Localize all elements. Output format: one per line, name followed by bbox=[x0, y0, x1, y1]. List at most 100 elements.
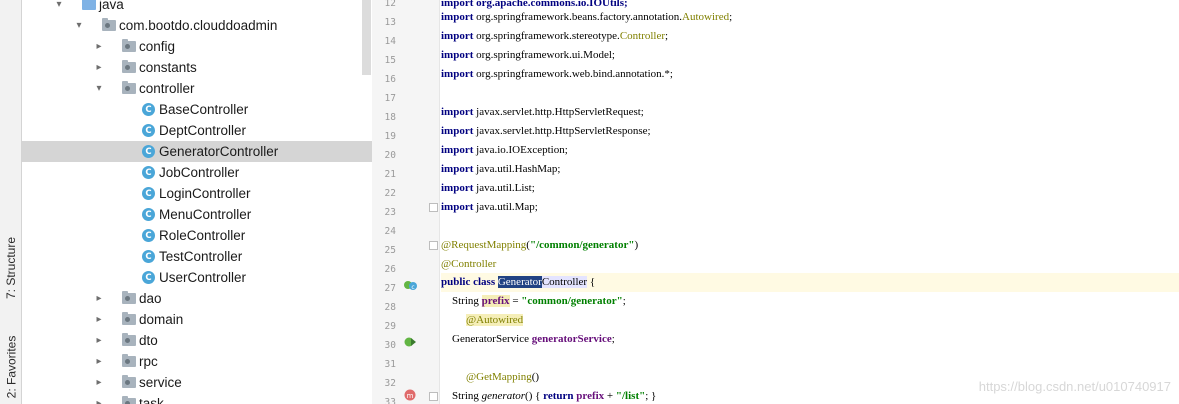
tree-item-config[interactable]: ▸ config bbox=[22, 36, 372, 57]
tree-item-menucontroller[interactable]: C MenuController bbox=[22, 204, 372, 225]
tree-item-label: controller bbox=[139, 81, 195, 96]
tree-item-label: dto bbox=[139, 333, 158, 348]
code-line-19: import javax.servlet.http.HttpServletRes… bbox=[441, 122, 1179, 141]
line-number: 33 bbox=[384, 397, 396, 404]
tree-item-rpc[interactable]: ▸ rpc bbox=[22, 351, 372, 372]
line-number: 12 bbox=[384, 0, 396, 9]
tree-item-domain[interactable]: ▸ domain bbox=[22, 309, 372, 330]
class-icon: C bbox=[142, 166, 155, 179]
tree-item-label: task bbox=[139, 396, 164, 404]
structure-tab[interactable]: 7: Structure bbox=[0, 228, 22, 308]
code-line-27: public class GeneratorController { bbox=[441, 273, 1179, 292]
svg-text:c: c bbox=[411, 284, 414, 291]
tree-item-generatorcontroller[interactable]: C GeneratorController bbox=[22, 141, 372, 162]
code-l13-rest: org.springframework.beans.factory.annota… bbox=[473, 11, 683, 23]
package-dot bbox=[105, 23, 110, 28]
tree-item-deptcontroller[interactable]: C DeptController bbox=[22, 120, 372, 141]
tree-item-dao[interactable]: ▸ dao bbox=[22, 288, 372, 309]
tree-item-java[interactable]: ▾ java bbox=[22, 0, 372, 15]
tree-item-label: JobController bbox=[159, 165, 240, 180]
fold-marker-icon[interactable] bbox=[429, 241, 438, 250]
tree-item-constants[interactable]: ▸ constants bbox=[22, 57, 372, 78]
code-l28-str: "common/generator" bbox=[521, 295, 623, 307]
chevron-right-icon[interactable]: ▸ bbox=[94, 377, 104, 388]
line-number: 32 bbox=[384, 378, 396, 389]
chevron-right-icon[interactable]: ▸ bbox=[94, 314, 104, 325]
code-line-14: import org.springframework.stereotype.Co… bbox=[441, 27, 1179, 46]
tree-item-rolecontroller[interactable]: C RoleController bbox=[22, 225, 372, 246]
tree-item-label: MenuController bbox=[159, 207, 252, 222]
chevron-right-icon[interactable]: ▸ bbox=[94, 62, 104, 73]
package-dot bbox=[125, 44, 130, 49]
package-dot bbox=[125, 86, 130, 91]
code-l27-word: Controller bbox=[541, 276, 588, 288]
code-l20-kw: import bbox=[441, 144, 474, 156]
line-number: 29 bbox=[384, 321, 396, 332]
tree-item-logincontroller[interactable]: C LoginController bbox=[22, 183, 372, 204]
tree-item-label: LoginController bbox=[159, 186, 251, 201]
autowired-icon[interactable] bbox=[403, 333, 417, 352]
line-number: 23 bbox=[384, 207, 396, 218]
code-line-28: String prefix = "common/generator"; bbox=[441, 292, 1179, 311]
method-icon[interactable]: m bbox=[404, 386, 416, 404]
tree-item-label: dao bbox=[139, 291, 162, 306]
tree-item-label: GeneratorController bbox=[159, 144, 279, 159]
code-line-23: import java.util.Map; bbox=[441, 198, 1179, 217]
class-icon: C bbox=[142, 103, 155, 116]
chevron-down-icon[interactable]: ▾ bbox=[54, 0, 64, 10]
fold-marker-icon[interactable] bbox=[429, 203, 438, 212]
tree-item-controller[interactable]: ▾ controller bbox=[22, 78, 372, 99]
code-l16-kw: import bbox=[441, 68, 474, 80]
spring-bean-icon[interactable]: c bbox=[403, 276, 417, 295]
chevron-down-icon[interactable]: ▾ bbox=[74, 20, 84, 31]
tree-item-jobcontroller[interactable]: C JobController bbox=[22, 162, 372, 183]
code-l15-kw: import bbox=[441, 49, 474, 61]
line-number: 27 bbox=[384, 283, 396, 294]
code-l13-kw: import bbox=[441, 11, 474, 23]
code-l33-kw: return bbox=[543, 390, 577, 402]
favorites-tab-label: 2: Favorites bbox=[4, 335, 19, 399]
line-number: 17 bbox=[384, 93, 396, 104]
code-l19-kw: import bbox=[441, 125, 474, 137]
tree-item-usercontroller[interactable]: C UserController bbox=[22, 267, 372, 288]
chevron-right-icon[interactable]: ▸ bbox=[94, 293, 104, 304]
code-line-13: import org.springframework.beans.factory… bbox=[441, 8, 1179, 27]
code-l33-plus: + bbox=[604, 390, 616, 402]
chevron-right-icon[interactable]: ▸ bbox=[94, 398, 104, 404]
code-l13-ann: Autowired bbox=[682, 11, 730, 23]
class-icon: C bbox=[142, 271, 155, 284]
tree-item-task[interactable]: ▸ task bbox=[22, 393, 372, 404]
code-l27-selection: Generator bbox=[497, 276, 542, 288]
svg-text:m: m bbox=[407, 392, 414, 400]
class-icon: C bbox=[142, 208, 155, 221]
class-icon: C bbox=[142, 145, 155, 158]
class-icon: C bbox=[142, 250, 155, 263]
code-l21-rest: java.util.HashMap; bbox=[473, 163, 561, 175]
code-editor[interactable]: import org.apache.commons.io.IOUtils; im… bbox=[441, 0, 1179, 404]
code-l28-type: String bbox=[441, 295, 482, 307]
tree-item-dto[interactable]: ▸ dto bbox=[22, 330, 372, 351]
chevron-down-icon[interactable]: ▾ bbox=[94, 83, 104, 94]
code-l14-rest: org.springframework.stereotype. bbox=[473, 30, 620, 42]
project-tree-scrollbar[interactable] bbox=[362, 0, 371, 75]
favorites-tab[interactable]: 2: Favorites bbox=[0, 330, 22, 404]
package-icon bbox=[122, 375, 136, 388]
tree-item-com-bootdo-clouddoadmin[interactable]: ▾ com.bootdo.clouddoadmin bbox=[22, 15, 372, 36]
tree-item-testcontroller[interactable]: C TestController bbox=[22, 246, 372, 267]
fold-marker-icon[interactable] bbox=[429, 392, 438, 401]
tree-item-basecontroller[interactable]: C BaseController bbox=[22, 99, 372, 120]
code-l33-type: String bbox=[441, 390, 482, 402]
tree-item-service[interactable]: ▸ service bbox=[22, 372, 372, 393]
code-l32-ann: @GetMapping bbox=[466, 371, 532, 383]
code-l28-field: prefix bbox=[481, 295, 510, 307]
package-icon bbox=[122, 60, 136, 73]
chevron-right-icon[interactable]: ▸ bbox=[94, 356, 104, 367]
chevron-right-icon[interactable]: ▸ bbox=[94, 335, 104, 346]
code-l15-rest: org.springframework.ui.Model; bbox=[473, 49, 615, 61]
code-line-18: import javax.servlet.http.HttpServletReq… bbox=[441, 103, 1179, 122]
chevron-right-icon[interactable]: ▸ bbox=[94, 41, 104, 52]
line-number: 13 bbox=[384, 17, 396, 28]
code-line-25: @RequestMapping("/common/generator") bbox=[441, 236, 1179, 255]
tree-item-label: UserController bbox=[159, 270, 247, 285]
line-number: 14 bbox=[384, 36, 396, 47]
